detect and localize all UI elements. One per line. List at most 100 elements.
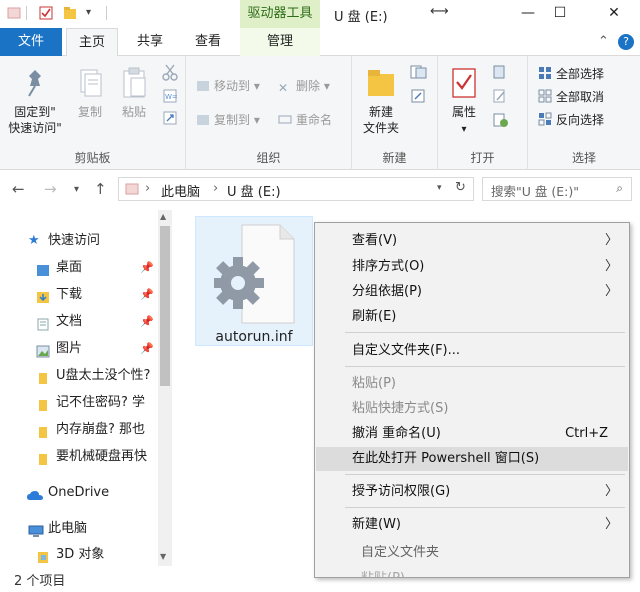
menu-item-new[interactable]: 新建(W) 〉 [316,513,628,537]
customize-quick-access-icon[interactable]: ▾ [86,5,102,21]
copy-icon [75,66,105,100]
new-folder-button[interactable]: 新建 文件夹 [356,66,406,136]
star-icon: ★ [28,233,40,248]
menu-item-paste-shortcut[interactable]: 粘贴快捷方式(S) [316,397,628,421]
menu-item-refresh[interactable]: 刷新(E) [316,305,628,329]
select-none-button[interactable]: 全部取消 [538,87,604,107]
cut-icon[interactable] [162,64,178,84]
desktop-folder-icon [36,261,50,276]
breadcrumb-separator-icon[interactable]: › [145,181,150,196]
file-item-autorun[interactable]: autorun.inf [195,216,313,346]
scroll-up-icon[interactable]: ▲ [160,212,166,221]
refresh-icon[interactable]: ↻ [455,180,466,195]
delete-label: 删除 [296,79,321,93]
back-arrow-icon[interactable]: ← [12,180,25,198]
properties-button[interactable]: 属性 ▾ [444,66,484,138]
menu-item-open-powershell[interactable]: 在此处打开 Powershell 窗口(S) [316,447,628,471]
clipboard-icon [119,66,149,100]
help-icon[interactable]: ? [618,34,634,50]
history-icon[interactable] [492,112,512,132]
nav-item-documents[interactable]: 文档 📌 [0,309,160,335]
menu-item-sort-by[interactable]: 排序方式(O) 〉 [316,255,628,279]
copy-button[interactable]: 复制 [70,66,110,120]
rename-button[interactable]: 重命名 [278,110,332,130]
maximize-button[interactable]: ☐ [538,0,582,28]
nav-onedrive-label: OneDrive [48,485,110,500]
paste-shortcut-icon[interactable] [162,110,178,130]
tab-view[interactable]: 查看 [182,28,234,56]
nav-onedrive[interactable]: OneDrive [0,480,160,506]
select-group: 全部选择 全部取消 反向选择 选择 [528,56,640,170]
easy-access-icon[interactable] [410,88,430,108]
delete-button[interactable]: ✕ 删除 ▾ [278,76,330,96]
menu-item-group-by[interactable]: 分组依据(P) 〉 [316,280,628,304]
tab-file[interactable]: 文件 [0,28,62,56]
new-group-label: 新建 [382,151,407,165]
invert-selection-icon [538,112,552,126]
menu-item-label: 排序方式(O) [352,259,425,274]
select-all-button[interactable]: 全部选择 [538,64,604,84]
copy-to-label: 复制到 [214,113,251,127]
select-group-label: 选择 [571,151,596,165]
nav-3d-objects[interactable]: 3D 对象 [0,542,160,568]
scroll-down-icon[interactable]: ▼ [160,552,166,561]
nav-item-label: 内存崩盘? 那也 [56,422,146,437]
nav-item-label: 记不住密码? 学 [56,395,146,410]
menu-item-give-access[interactable]: 授予访问权限(G) 〉 [316,480,628,504]
organize-group: 移动到 ▾ ✕ 删除 ▾ 复制到 ▾ 重命名 组织 [186,56,352,170]
address-bar[interactable]: › 此电脑 › U 盘 (E:) ▾ ↻ [118,177,474,201]
tab-home[interactable]: 主页 [66,28,118,57]
new-folder-label-1: 新建 [368,105,393,119]
nav-item-pictures[interactable]: 图片 📌 [0,336,160,362]
nav-item-folder[interactable]: U盘太土没个性? [0,363,160,389]
menu-item-label: 授予访问权限(G) [352,484,451,499]
address-dropdown-icon[interactable]: ▾ [437,183,442,193]
up-arrow-icon[interactable]: ↑ [94,180,107,198]
tab-manage[interactable]: 管理 [240,28,320,56]
nav-item-folder[interactable]: 要机械硬盘再快 [0,444,160,470]
new-item-icon[interactable] [410,64,430,84]
pin-to-quick-access-button[interactable]: 固定到" 快速访问" [4,66,66,136]
tab-share[interactable]: 共享 [124,28,176,56]
nav-this-pc[interactable]: 此电脑 [0,516,160,542]
paste-label: 粘贴 [121,105,146,119]
menu-item-undo-rename[interactable]: 撤消 重命名(U) Ctrl+Z [316,422,628,446]
copy-to-button[interactable]: 复制到 ▾ [196,110,260,130]
collapse-ribbon-icon[interactable]: ⌃ [598,34,609,49]
copy-path-icon[interactable]: W= [162,88,178,108]
open-with-icon[interactable] [492,64,512,84]
nav-3d-objects-label: 3D 对象 [56,547,105,562]
breadcrumb-separator-icon[interactable]: › [213,181,218,196]
folder-icon [36,423,50,438]
ribbon: 固定到" 快速访问" 复制 粘贴 W= 剪贴板 移动到 ▾ ✕ 删除 ▾ 复制到… [0,56,640,170]
menu-item-customize-folder[interactable]: 自定义文件夹(F)... [316,339,628,363]
recent-locations-icon[interactable]: ▾ [74,184,79,195]
new-folder-quick-icon[interactable] [62,5,78,21]
search-input[interactable]: 搜索"U 盘 (E:)" ⌕ [482,177,632,201]
breadcrumb-this-pc[interactable]: 此电脑 [161,181,200,200]
breadcrumb-drive[interactable]: U 盘 (E:) [227,181,281,200]
settings-file-icon [212,223,298,331]
properties-quick-icon[interactable] [38,5,54,21]
nav-item-folder[interactable]: 记不住密码? 学 [0,390,160,416]
move-to-button[interactable]: 移动到 ▾ [196,76,260,96]
paste-button[interactable]: 粘贴 [114,66,154,120]
minimize-icon: — [521,5,535,21]
edit-icon[interactable] [492,88,512,108]
scrollbar-thumb[interactable] [160,226,170,386]
invert-selection-button[interactable]: 反向选择 [538,110,604,130]
close-button[interactable]: ✕ [592,0,636,28]
menu-item-paste[interactable]: 粘贴(P) [316,372,628,396]
nav-quick-access[interactable]: ★ 快速访问 [0,228,160,254]
nav-item-folder[interactable]: 内存崩盘? 那也 [0,417,160,443]
menu-item-label: 自定义文件夹(F)... [352,343,461,358]
rename-label: 重命名 [296,113,333,127]
forward-arrow-icon[interactable]: → [44,180,57,198]
app-icon[interactable] [6,5,22,21]
nav-item-desktop[interactable]: 桌面 📌 [0,255,160,281]
nav-item-downloads[interactable]: 下载 📌 [0,282,160,308]
folder-icon [36,396,50,411]
menu-item-view[interactable]: 查看(V) 〉 [316,229,628,253]
nav-pane-scrollbar[interactable]: ▲ ▼ [158,210,172,566]
drive-icon [125,182,139,200]
